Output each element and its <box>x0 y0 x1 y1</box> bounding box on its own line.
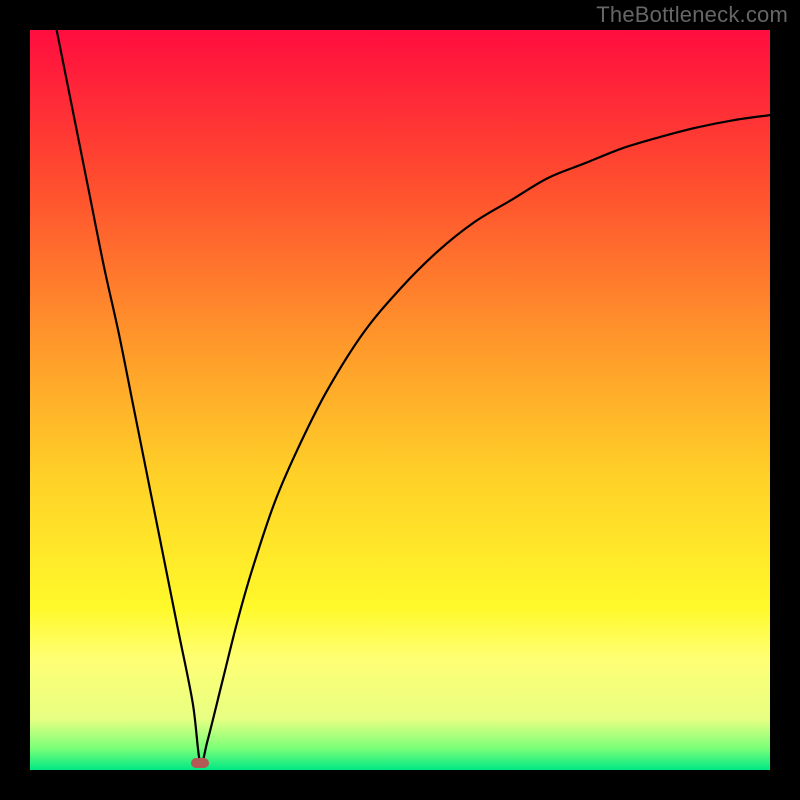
chart-plot-area <box>30 30 770 770</box>
optimal-point-marker <box>191 758 209 768</box>
gradient-background <box>30 30 770 770</box>
watermark-text: TheBottleneck.com <box>596 2 788 28</box>
chart-svg <box>30 30 770 770</box>
chart-frame: TheBottleneck.com <box>0 0 800 800</box>
